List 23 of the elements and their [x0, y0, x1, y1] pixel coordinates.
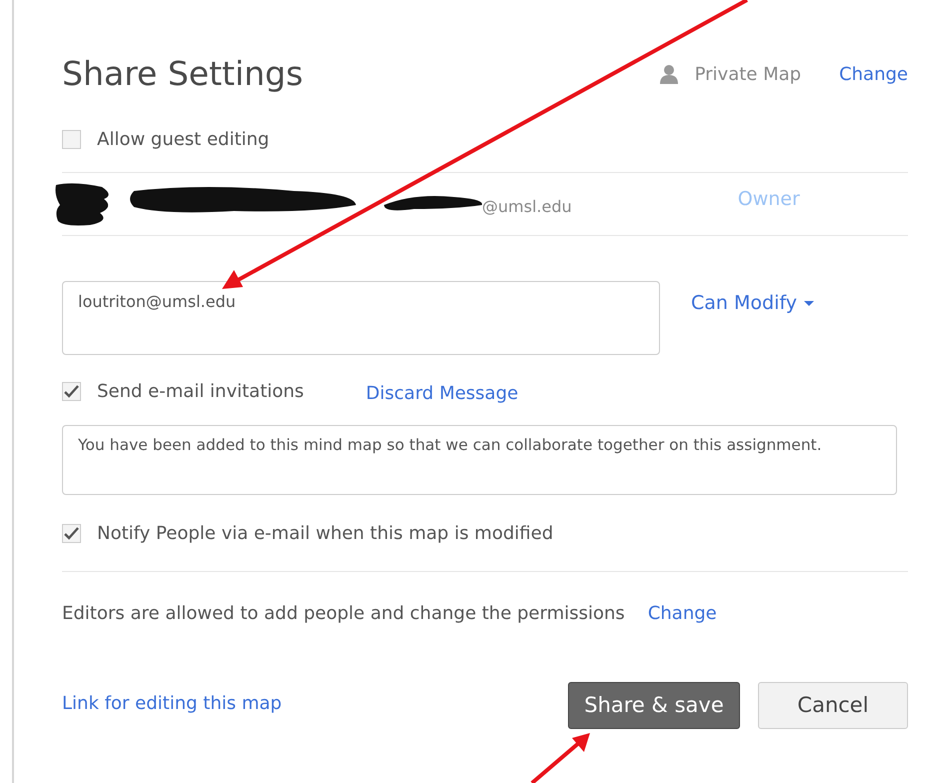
- email-input-field[interactable]: loutriton@umsl.edu: [62, 281, 660, 355]
- role-label: Owner: [738, 186, 800, 212]
- caret-icon: [802, 300, 815, 308]
- checkbox-label: Notify People via e-mail when this map is modified: [97, 522, 554, 546]
- annotation-arrow: [530, 733, 590, 783]
- checkbox-label: Allow guest editing: [97, 128, 270, 152]
- permissions-text: Editors are allowed to add people and change the permissions: [62, 602, 625, 626]
- checkbox[interactable]: [62, 382, 81, 400]
- change-link[interactable]: Change: [839, 60, 908, 88]
- member-email: @umsl.edu: [482, 196, 572, 218]
- change-link[interactable]: Change: [648, 600, 717, 626]
- editing-link[interactable]: Link for editing this map: [62, 690, 282, 717]
- cancel-button[interactable]: Cancel: [758, 682, 908, 729]
- checkbox[interactable]: [62, 130, 81, 148]
- message-field[interactable]: You have been added to this mind map so that we can collaborate together on this assignment.: [62, 425, 897, 495]
- checkbox[interactable]: [62, 524, 81, 542]
- discard-message-link[interactable]: Discard Message: [366, 380, 518, 406]
- share-save-button[interactable]: Share & save: [568, 682, 740, 729]
- person-icon: [658, 64, 679, 84]
- dialog-title: Share Settings: [62, 54, 304, 94]
- checkbox-label: Send e-mail invitations: [97, 380, 304, 404]
- privacy-label: Private Map: [694, 62, 802, 86]
- permission-dropdown[interactable]: Can Modify: [691, 289, 815, 355]
